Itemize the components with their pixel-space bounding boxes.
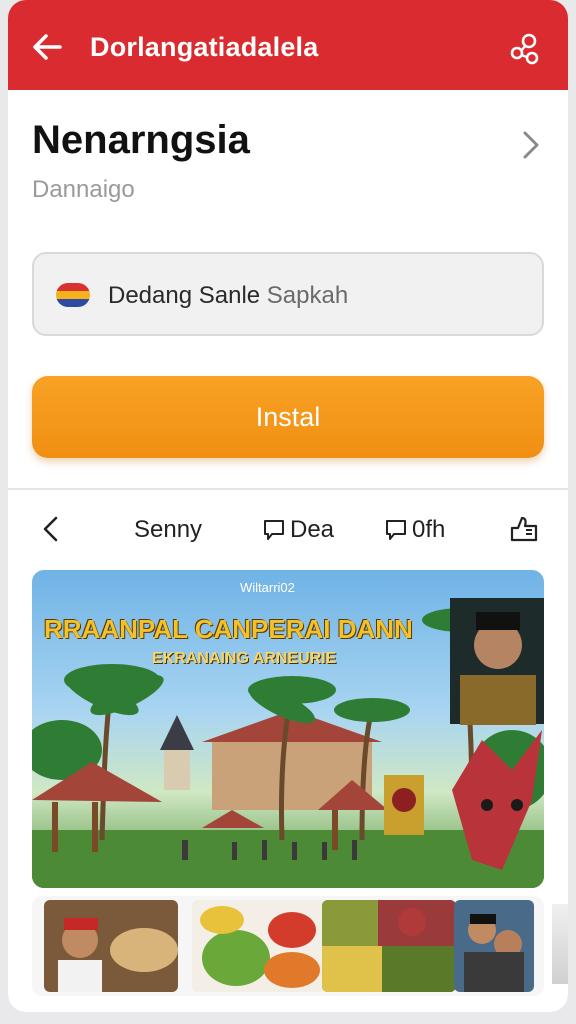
app-name: Nenarngsia <box>32 118 250 162</box>
tab-1[interactable]: Senny <box>134 516 202 544</box>
arrow-left-icon[interactable] <box>30 30 64 64</box>
thumbnail[interactable] <box>454 900 534 992</box>
thumbnail[interactable] <box>44 900 178 992</box>
flag-icon <box>56 283 90 307</box>
share-icon[interactable] <box>508 512 542 546</box>
scroll-edge <box>552 904 568 984</box>
install-button[interactable]: Instal <box>32 376 544 458</box>
hero-tag: Wiltarri02 <box>240 580 295 595</box>
tab-3-label: 0fh <box>412 516 446 543</box>
thumbnail-image <box>44 900 178 992</box>
chat-icon <box>264 520 284 540</box>
header-title: Dorlangatiadalela <box>90 32 319 62</box>
tab-2-label: Dea <box>290 516 335 543</box>
language-label: Dedang Sanle Sapkah <box>108 282 348 310</box>
tab-bar: Senny Dea 0fh <box>8 500 568 560</box>
chevron-right-icon[interactable] <box>518 128 544 162</box>
language-primary: Dedang Sanle <box>108 282 261 309</box>
thumbnail-image <box>322 900 456 992</box>
screenshot-thumbnails <box>32 896 544 996</box>
app-detail-screen: Dorlangatiadalela Nenarngsia Dannaigo De… <box>8 0 568 1012</box>
app-header: Dorlangatiadalela <box>8 0 568 90</box>
app-subtitle: Dannaigo <box>32 176 135 203</box>
thumbnail-image <box>454 900 534 992</box>
language-selector[interactable]: Dedang Sanle Sapkah <box>32 252 544 336</box>
thumbnail[interactable] <box>192 900 326 992</box>
chat-icon <box>386 520 406 540</box>
thumbnail[interactable] <box>322 900 456 992</box>
share-icon[interactable] <box>508 32 542 66</box>
language-secondary: Sapkah <box>266 282 349 309</box>
hero-subheadline: EKRANAING ARNEURIE <box>152 650 337 667</box>
chevron-left-icon[interactable] <box>40 514 62 544</box>
install-label: Instal <box>255 402 321 432</box>
hero-headline: RRAANPAL CANPERAI DANN <box>44 614 413 644</box>
section-divider <box>8 488 568 490</box>
thumbnail-image <box>192 900 326 992</box>
hero-screenshot[interactable]: Wiltarri02 RRAANPAL CANPERAI DANN EKRANA… <box>32 570 544 888</box>
